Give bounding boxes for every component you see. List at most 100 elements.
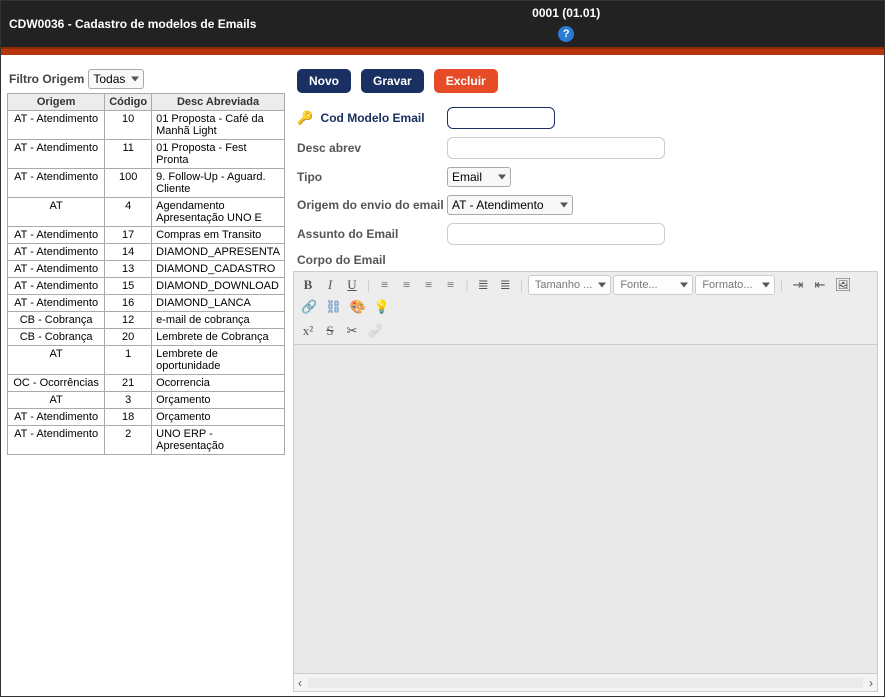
cell-desc: e-mail de cobrança [152,312,285,329]
desc-abrev-input[interactable] [447,137,665,159]
cell-origem: AT [8,346,105,375]
superscript-button[interactable]: x² [298,321,318,341]
strike-button[interactable]: S [320,321,340,341]
table-row[interactable]: AT1Lembrete de oportunidade [8,346,285,375]
table-row[interactable]: CB - Cobrança12e-mail de cobrança [8,312,285,329]
color-button[interactable]: 🎨 [347,297,369,317]
table-row[interactable]: AT - Atendimento1001 Proposta - Café da … [8,111,285,140]
table-row[interactable]: AT - Atendimento15DIAMOND_DOWNLOAD [8,278,285,295]
table-row[interactable]: AT3Orçamento [8,392,285,409]
chevron-down-icon [560,203,568,208]
filter-origem-value: Todas [93,72,125,86]
table-row[interactable]: AT - Atendimento1101 Proposta - Fest Pro… [8,140,285,169]
chevron-down-icon [762,283,770,288]
bold-button[interactable]: B [298,275,318,295]
table-row[interactable]: AT - Atendimento14DIAMOND_APRESENTA [8,244,285,261]
bulb-icon[interactable]: 💡 [371,297,393,317]
cell-codigo: 4 [105,198,152,227]
horizontal-scrollbar[interactable]: ‹ › [293,674,878,692]
cell-origem: AT - Atendimento [8,295,105,312]
format-select[interactable]: Formato... [695,275,775,295]
table-row[interactable]: AT - Atendimento16DIAMOND_LANCA [8,295,285,312]
font-family-select[interactable]: Fonte... [613,275,693,295]
rte-toolbar: B I U | ≡ ≡ ≡ ≡ | ≣ ≣ | Tamanho ... [293,271,878,344]
eraser-button[interactable]: 🩹 [364,321,386,341]
cell-codigo: 20 [105,329,152,346]
outdent-button[interactable]: ⇤ [810,275,830,295]
separator: | [463,275,472,295]
ordered-list-button[interactable]: ≣ [473,275,493,295]
cell-codigo: 15 [105,278,152,295]
cell-desc: Orçamento [152,409,285,426]
cell-desc: DIAMOND_CADASTRO [152,261,285,278]
underline-button[interactable]: U [342,275,362,295]
scroll-right-arrow[interactable]: › [869,676,873,690]
cell-desc: Compras em Transito [152,227,285,244]
link-button[interactable]: 🔗 [298,297,320,317]
assunto-input[interactable] [447,223,665,245]
row-origem: Origem do envio do email AT - Atendiment… [297,195,878,215]
cell-origem: AT - Atendimento [8,227,105,244]
rte-body[interactable] [293,344,878,674]
unordered-list-button[interactable]: ≣ [495,275,515,295]
filter-origem-select[interactable]: Todas [88,69,144,89]
cell-codigo: 100 [105,169,152,198]
cell-origem: AT [8,198,105,227]
align-justify-button[interactable]: ≡ [441,275,461,295]
table-row[interactable]: AT - Atendimento18Orçamento [8,409,285,426]
cell-origem: AT - Atendimento [8,409,105,426]
right-panel: Novo Gravar Excluir 🔑 Cod Modelo Email D… [293,65,878,686]
cell-codigo: 17 [105,227,152,244]
origem-label: Origem do envio do email [297,198,447,212]
tipo-value: Email [452,170,482,184]
col-desc-header: Desc Abreviada [152,94,285,111]
help-button[interactable]: ? [558,26,574,42]
table-row[interactable]: OC - Ocorrências21Ocorrencia [8,375,285,392]
cod-modelo-input[interactable] [447,107,555,129]
content-area: Filtro Origem Todas Origem Código Desc A… [1,55,884,696]
align-left-button[interactable]: ≡ [375,275,395,295]
italic-button[interactable]: I [320,275,340,295]
cell-origem: AT - Atendimento [8,426,105,455]
image-button[interactable]: 🖼 [832,275,855,295]
excluir-button[interactable]: Excluir [434,69,498,93]
cell-codigo: 21 [105,375,152,392]
cell-origem: AT [8,392,105,409]
left-panel: Filtro Origem Todas Origem Código Desc A… [7,65,285,686]
cell-desc: 01 Proposta - Café da Manhã Light [152,111,285,140]
novo-button[interactable]: Novo [297,69,351,93]
filter-label: Filtro Origem [9,72,84,86]
table-row[interactable]: AT - Atendimento13DIAMOND_CADASTRO [8,261,285,278]
key-icon: 🔑 [297,110,313,125]
remove-format-button[interactable]: ✂ [342,321,362,341]
cell-codigo: 11 [105,140,152,169]
cell-codigo: 10 [105,111,152,140]
cell-origem: AT - Atendimento [8,140,105,169]
filter-row: Filtro Origem Todas [7,65,285,93]
desc-label: Desc abrev [297,141,447,155]
cell-codigo: 16 [105,295,152,312]
align-center-button[interactable]: ≡ [397,275,417,295]
tipo-select[interactable]: Email [447,167,511,187]
table-row[interactable]: AT - Atendimento1009. Follow-Up - Aguard… [8,169,285,198]
cell-desc: UNO ERP - Apresentação [152,426,285,455]
row-desc: Desc abrev [297,137,878,159]
align-right-button[interactable]: ≡ [419,275,439,295]
corpo-label: Corpo do Email [297,253,878,267]
font-size-select[interactable]: Tamanho ... [528,275,611,295]
unlink-button[interactable]: ⛓ [322,297,345,317]
table-row[interactable]: AT4Agendamento Apresentação UNO E [8,198,285,227]
table-row[interactable]: AT - Atendimento17Compras em Transito [8,227,285,244]
cod-label: 🔑 Cod Modelo Email [297,110,447,126]
gravar-button[interactable]: Gravar [361,69,424,93]
table-row[interactable]: CB - Cobrança20Lembrete de Cobrança [8,329,285,346]
scroll-left-arrow[interactable]: ‹ [298,676,302,690]
origem-envio-select[interactable]: AT - Atendimento [447,195,573,215]
indent-button[interactable]: ⇥ [788,275,808,295]
scroll-track[interactable] [308,678,863,688]
table-row[interactable]: AT - Atendimento2UNO ERP - Apresentação [8,426,285,455]
window-title: CDW0036 - Cadastro de modelos de Emails [9,17,256,31]
assunto-label: Assunto do Email [297,227,447,241]
models-table: Origem Código Desc Abreviada AT - Atendi… [7,93,285,455]
chevron-down-icon [131,77,139,82]
